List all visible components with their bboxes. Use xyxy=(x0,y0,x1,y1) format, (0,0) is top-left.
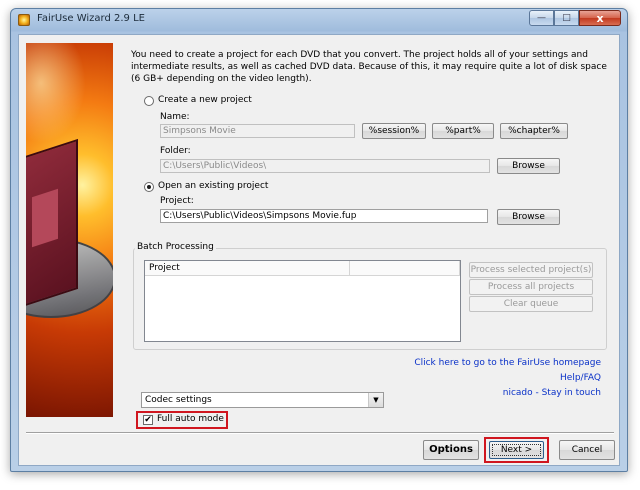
project-browse-button[interactable]: Browse xyxy=(497,209,560,225)
project-folder-field[interactable]: C:\Users\Public\Videos\ xyxy=(160,159,490,173)
batch-processing-title: Batch Processing xyxy=(135,242,216,252)
project-label: Project: xyxy=(160,196,194,206)
wizard-client-area: You need to create a project for each DV… xyxy=(18,34,620,466)
name-label: Name: xyxy=(160,112,190,122)
minimize-button[interactable]: — xyxy=(529,10,554,26)
window-controls: — □ x xyxy=(529,10,621,27)
stay-in-touch-link[interactable]: nicado - Stay in touch xyxy=(503,388,601,398)
create-new-project-label[interactable]: Create a new project xyxy=(158,95,252,105)
full-auto-checkbox[interactable]: ✔ xyxy=(143,415,153,425)
part-token-button[interactable]: %part% xyxy=(432,123,494,139)
column-header-project[interactable]: Project xyxy=(145,261,350,275)
column-header-blank[interactable] xyxy=(350,261,460,275)
close-button[interactable]: x xyxy=(579,10,621,26)
session-token-button[interactable]: %session% xyxy=(362,123,426,139)
project-path-field[interactable]: C:\Users\Public\Videos\Simpsons Movie.fu… xyxy=(160,209,488,223)
cancel-button[interactable]: Cancel xyxy=(559,440,615,460)
sun-flare xyxy=(26,43,86,143)
homepage-link[interactable]: Click here to go to the FairUse homepage xyxy=(414,358,601,368)
options-button[interactable]: Options xyxy=(423,440,479,460)
maximize-button[interactable]: □ xyxy=(554,10,579,26)
codec-settings-select[interactable]: Codec settings ▼ xyxy=(141,392,384,408)
app-icon xyxy=(18,14,30,26)
batch-project-list[interactable]: Project xyxy=(144,260,461,342)
help-faq-link[interactable]: Help/FAQ xyxy=(560,373,601,383)
project-name-field[interactable]: Simpsons Movie xyxy=(160,124,355,138)
create-new-project-radio[interactable] xyxy=(144,96,154,106)
wizard-side-image xyxy=(26,43,113,417)
footer-separator xyxy=(26,432,614,434)
title-bar[interactable]: FairUse Wizard 2.9 LE — □ x xyxy=(11,9,627,31)
next-button[interactable]: Next > xyxy=(489,441,544,459)
intro-text: You need to create a project for each DV… xyxy=(131,50,607,84)
process-all-button[interactable]: Process all projects xyxy=(469,279,593,295)
folder-label: Folder: xyxy=(160,146,191,156)
chapter-token-button[interactable]: %chapter% xyxy=(500,123,568,139)
wizard-window: FairUse Wizard 2.9 LE — □ x You need to … xyxy=(10,8,628,472)
codec-settings-value: Codec settings xyxy=(145,395,212,405)
chevron-down-icon[interactable]: ▼ xyxy=(368,393,383,407)
batch-list-header: Project xyxy=(145,261,460,276)
process-selected-button[interactable]: Process selected project(s) xyxy=(469,262,593,278)
full-auto-label[interactable]: Full auto mode xyxy=(157,414,224,424)
folder-browse-button[interactable]: Browse xyxy=(497,158,560,174)
clear-queue-button[interactable]: Clear queue xyxy=(469,296,593,312)
open-existing-project-radio[interactable] xyxy=(144,182,154,192)
logo-graphic-accent xyxy=(32,188,58,248)
window-title: FairUse Wizard 2.9 LE xyxy=(37,13,145,24)
open-existing-project-label[interactable]: Open an existing project xyxy=(158,181,268,191)
